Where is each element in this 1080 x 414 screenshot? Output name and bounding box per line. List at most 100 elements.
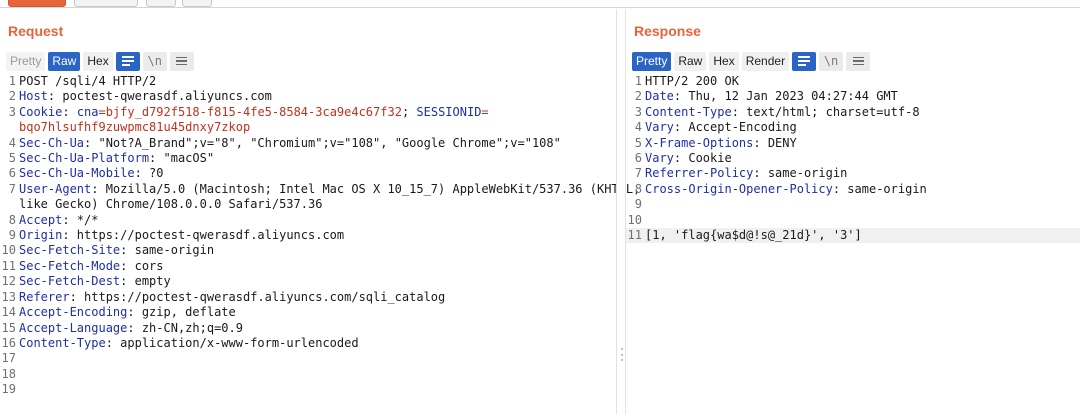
header-value: : DENY xyxy=(753,135,797,150)
line-number: 13 xyxy=(1,289,16,304)
header-value: : ?0 xyxy=(134,166,164,181)
request-line: 6 Sec-Ch-Ua-Mobile: ?0 xyxy=(0,166,616,181)
line-number: 3 xyxy=(8,104,16,119)
response-panel: Response Pretty Raw Hex Render \n 1 HTTP/… xyxy=(626,9,1080,414)
header-name: Accept-Language xyxy=(19,320,128,335)
header-name: Sec-Ch-Ua xyxy=(19,135,85,150)
line-number xyxy=(0,120,19,135)
line-number: 8 xyxy=(8,212,16,227)
top-tab-strip xyxy=(0,0,1080,8)
line-number: 6 xyxy=(8,166,16,181)
header-name: Sec-Ch-Ua-Mobile xyxy=(19,166,135,181)
response-line: 1 HTTP/2 200 OK xyxy=(626,74,1080,89)
line-number: 9 xyxy=(8,228,16,243)
history-forward-button[interactable] xyxy=(182,0,212,7)
request-line: 1 POST /sqli/4 HTTP/2 xyxy=(0,74,616,89)
request-line: 4 Sec-Ch-Ua: "Not?A_Brand";v="8", "Chromi… xyxy=(0,136,616,151)
header-value: : poctest-qwerasdf.aliyuncs.com xyxy=(47,89,272,104)
header-value: : "macOS" xyxy=(149,151,215,166)
response-view-raw-button[interactable]: Raw xyxy=(674,51,707,71)
header-name: Content-Type xyxy=(19,335,106,350)
request-line: 5 Sec-Ch-Ua-Platform: "macOS" xyxy=(0,151,616,166)
response-body-text: [1, 'flag{wa$d@!s@_21d}', '3'] xyxy=(645,228,862,243)
response-editor[interactable]: 1 HTTP/2 200 OK 2 Date: Thu, 12 Jan 2023 0… xyxy=(626,74,1080,414)
response-view-pretty-button[interactable]: Pretty xyxy=(632,51,672,71)
cancel-button[interactable] xyxy=(74,0,138,7)
request-body-line: 18 xyxy=(0,367,616,382)
header-value: : text/html; charset=utf-8 xyxy=(731,104,920,119)
header-name: Vary xyxy=(645,120,674,135)
response-view-render-button[interactable]: Render xyxy=(741,51,790,71)
line-number: 16 xyxy=(1,335,16,350)
header-name: Sec-Ch-Ua-Platform xyxy=(19,151,150,166)
line-number: 3 xyxy=(634,104,642,119)
hamburger-menu-icon[interactable] xyxy=(846,51,871,71)
header-name: Referer xyxy=(19,289,70,304)
request-line: 10 Sec-Fetch-Site: same-origin xyxy=(0,243,616,258)
response-line: 4 Vary: Accept-Encoding xyxy=(626,120,1080,135)
line-number: 7 xyxy=(634,166,642,181)
header-name: Content-Type xyxy=(645,104,732,119)
splitter-grip-icon[interactable] xyxy=(620,348,623,361)
header-value: : application/x-www-form-urlencoded xyxy=(105,335,359,350)
request-view-raw-button[interactable]: Raw xyxy=(48,51,81,71)
panel-splitter[interactable] xyxy=(616,9,626,414)
request-line: 8 Accept: */* xyxy=(0,213,616,228)
cookie-name: SESSIONID xyxy=(416,104,482,119)
cookie-equals: = xyxy=(481,104,489,119)
request-view-pretty-button[interactable]: Pretty xyxy=(6,51,46,71)
wrap-lines-icon[interactable] xyxy=(115,51,140,71)
wrap-lines-icon[interactable] xyxy=(792,51,817,71)
line-number: 8 xyxy=(634,181,642,196)
response-line: 7 Referrer-Policy: same-origin xyxy=(626,166,1080,181)
request-line: 14 Accept-Encoding: gzip, deflate xyxy=(0,305,616,320)
request-view-hex-button[interactable]: Hex xyxy=(83,51,113,71)
request-line: 2 Host: poctest-qwerasdf.aliyuncs.com xyxy=(0,89,616,104)
response-view-hex-button[interactable]: Hex xyxy=(709,51,739,71)
line-number: 2 xyxy=(8,89,16,104)
response-line: 10 xyxy=(626,213,1080,228)
header-value: : zh-CN,zh;q=0.9 xyxy=(127,320,243,335)
header-name: Sec-Fetch-Dest xyxy=(19,274,121,289)
line-number: 5 xyxy=(8,151,16,166)
header-separator: : xyxy=(62,104,77,119)
request-line-text: POST /sqli/4 HTTP/2 xyxy=(19,74,157,88)
response-line: 2 Date: Thu, 12 Jan 2023 04:27:44 GMT xyxy=(626,89,1080,104)
request-line: 3 Cookie: cna =bjfy_d792f518-f815-4fe5-858… xyxy=(0,105,616,120)
header-value: : cors xyxy=(120,258,164,273)
request-line: 7 User-Agent: Mozilla/5.0 (Macintosh; Int… xyxy=(0,181,641,197)
newline-toggle-button[interactable]: \n xyxy=(819,51,844,71)
header-value: : empty xyxy=(120,274,171,289)
line-number: 11 xyxy=(627,228,642,243)
header-value: : gzip, deflate xyxy=(127,305,236,320)
header-name: User-Agent xyxy=(19,181,92,196)
header-name: Cross-Origin-Opener-Policy xyxy=(645,181,833,196)
response-line: 5 X-Frame-Options: DENY xyxy=(626,136,1080,151)
line-number: 17 xyxy=(1,351,16,366)
header-name: Origin xyxy=(19,228,63,243)
header-name: Sec-Fetch-Site xyxy=(19,243,121,258)
request-line: 15 Accept-Language: zh-CN,zh;q=0.9 xyxy=(0,321,616,336)
request-line: 16 Content-Type: application/x-www-form-u… xyxy=(0,336,616,351)
newline-toggle-button[interactable]: \n xyxy=(142,51,167,71)
line-number: 1 xyxy=(8,74,16,88)
line-number: 5 xyxy=(634,135,642,150)
header-value: : Thu, 12 Jan 2023 04:27:44 GMT xyxy=(673,89,898,104)
header-name: Host xyxy=(19,89,48,104)
header-value: : Cookie xyxy=(673,151,732,166)
response-body-line: 11 [1, 'flag{wa$d@!s@_21d}', '3'] xyxy=(626,228,1080,244)
line-number: 4 xyxy=(8,135,16,150)
line-number: 19 xyxy=(1,382,16,397)
hamburger-menu-icon[interactable] xyxy=(169,51,194,71)
cookie-value: bqo7hlsufhf9zuwpmc81u45dnxy7zkop xyxy=(19,120,251,135)
history-back-button[interactable] xyxy=(146,0,176,7)
line-number: 4 xyxy=(634,120,642,135)
status-line: HTTP/2 200 OK xyxy=(645,74,739,88)
request-line: bqo7hlsufhf9zuwpmc81u45dnxy7zkop xyxy=(0,120,616,135)
request-editor[interactable]: 1 POST /sqli/4 HTTP/2 2 Host: poctest-qwer… xyxy=(0,74,641,414)
response-title: Response xyxy=(634,23,701,39)
send-button[interactable] xyxy=(8,0,66,7)
line-number: 12 xyxy=(1,274,16,289)
header-name: Sec-Fetch-Mode xyxy=(19,258,121,273)
header-value: : Accept-Encoding xyxy=(673,120,797,135)
